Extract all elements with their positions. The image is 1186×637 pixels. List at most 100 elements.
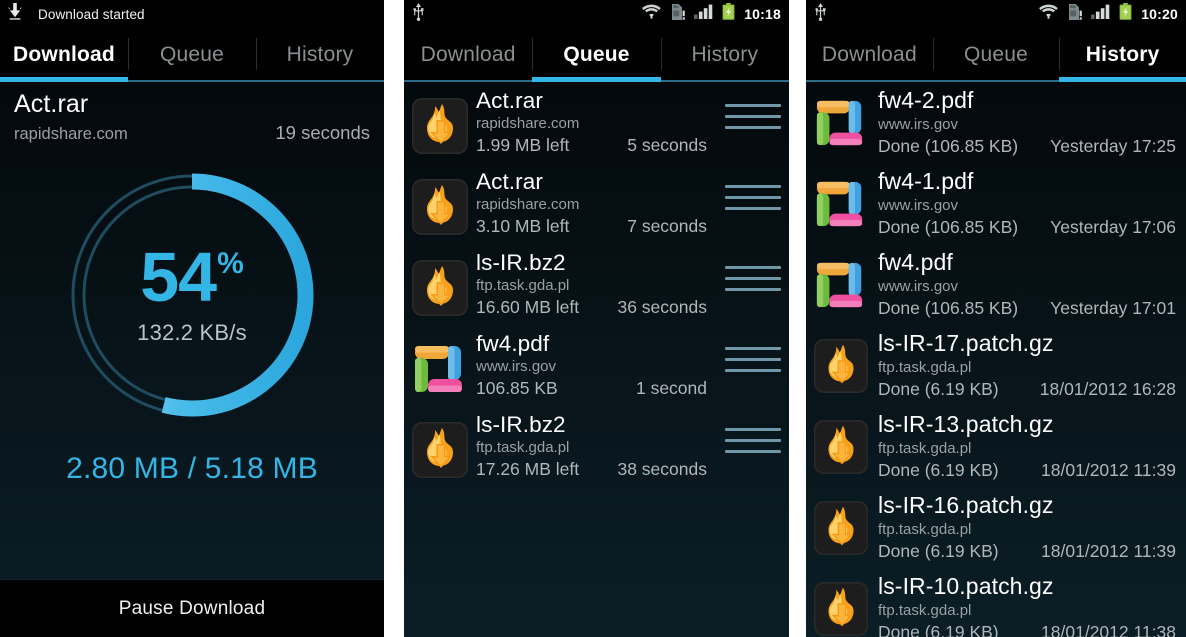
tabbar-queue: Download Queue History: [404, 28, 789, 82]
tab-queue-label: Queue: [963, 43, 1029, 66]
history-list: fw4-2.pdf www.irs.gov Done (106.85 KB) Y…: [806, 82, 1186, 637]
tab-history[interactable]: History: [1059, 28, 1186, 82]
history-file-host: www.irs.gov: [878, 115, 959, 133]
drag-handle-icon[interactable]: [725, 104, 781, 129]
history-file-name: ls-IR-10.patch.gz: [878, 573, 1054, 599]
tab-queue-label: Queue: [563, 43, 630, 66]
history-row[interactable]: ls-IR-10.patch.gz ftp.task.gda.pl Done (…: [806, 568, 1186, 637]
progress-ring: 54 % 132.2 KB/s: [0, 150, 384, 440]
queue-file-name: Act.rar: [476, 169, 543, 194]
history-file-host: www.irs.gov: [878, 196, 959, 214]
history-timestamp: 18/01/2012 16:28: [1039, 379, 1176, 399]
battery-charging-icon: [722, 3, 735, 25]
usb-icon: [412, 2, 425, 26]
tab-download[interactable]: Download: [404, 28, 533, 82]
drag-handle-icon[interactable]: [725, 185, 781, 210]
history-status: Done (106.85 KB): [878, 217, 1019, 237]
history-file-host: ftp.task.gda.pl: [878, 601, 972, 619]
wifi-icon: [1039, 4, 1058, 24]
queue-file-name: ls-IR.bz2: [476, 250, 566, 275]
history-row-content: fw4.pdf www.irs.gov Done (106.85 KB) Yes…: [878, 248, 1176, 319]
sdcard-alert-icon: [670, 3, 685, 25]
phone-panel-queue: 10:18 Download Queue History Act.rar rap…: [404, 0, 789, 637]
queue-file-name: Act.rar: [476, 88, 543, 113]
tab-queue[interactable]: Queue: [532, 28, 661, 82]
tab-history[interactable]: History: [660, 28, 789, 82]
history-timestamp: 18/01/2012 11:39: [1041, 460, 1176, 480]
history-file-host: ftp.task.gda.pl: [878, 439, 972, 457]
history-file-host: ftp.task.gda.pl: [878, 520, 972, 538]
screenshot-stage: Download started Download Queue History …: [0, 0, 1186, 637]
history-timestamp: Yesterday 17:01: [1050, 298, 1176, 318]
current-host: rapidshare.com: [14, 124, 128, 143]
archive-download-icon: [814, 339, 868, 393]
tabbar-history: Download Queue History: [806, 28, 1186, 82]
signal-bars-icon: [1091, 4, 1110, 24]
queue-file-host: ftp.task.gda.pl: [476, 439, 570, 457]
tab-queue[interactable]: Queue: [128, 28, 256, 82]
history-file-host: ftp.task.gda.pl: [878, 358, 972, 376]
queue-row[interactable]: fw4.pdf www.irs.gov 106.85 KB 1 second: [404, 325, 789, 406]
history-row-content: fw4-1.pdf www.irs.gov Done (106.85 KB) Y…: [878, 167, 1176, 238]
queue-remaining: 106.85 KB: [476, 378, 558, 399]
tab-queue[interactable]: Queue: [932, 28, 1060, 82]
drag-handle-icon[interactable]: [725, 428, 781, 453]
tab-download[interactable]: Download: [0, 28, 128, 82]
history-status: Done (106.85 KB): [878, 298, 1019, 318]
status-bar-history: 10:20: [806, 0, 1186, 28]
history-row-content: fw4-2.pdf www.irs.gov Done (106.85 KB) Y…: [878, 86, 1176, 157]
pdf-file-icon: [814, 96, 868, 150]
queue-file-host: rapidshare.com: [476, 115, 580, 133]
signal-bars-icon: [694, 4, 713, 24]
history-row[interactable]: fw4-2.pdf www.irs.gov Done (106.85 KB) Y…: [806, 82, 1186, 163]
history-row[interactable]: fw4.pdf www.irs.gov Done (106.85 KB) Yes…: [806, 244, 1186, 325]
queue-row[interactable]: Act.rar rapidshare.com 1.99 MB left 5 se…: [404, 82, 789, 163]
current-download-header: Act.rar rapidshare.com 19 seconds: [0, 82, 384, 150]
history-timestamp: 18/01/2012 11:39: [1041, 541, 1176, 561]
queue-file-name: fw4.pdf: [476, 331, 550, 356]
queue-row[interactable]: ls-IR.bz2 ftp.task.gda.pl 17.26 MB left …: [404, 406, 789, 487]
pdf-file-icon: [412, 341, 468, 397]
queue-remaining: 16.60 MB left: [476, 297, 580, 318]
archive-download-icon: [412, 98, 468, 154]
history-file-name: fw4-2.pdf: [878, 87, 974, 113]
queue-row[interactable]: Act.rar rapidshare.com 3.10 MB left 7 se…: [404, 163, 789, 244]
download-body: Act.rar rapidshare.com 19 seconds 54 % 1…: [0, 82, 384, 637]
archive-download-icon: [412, 179, 468, 235]
phone-panel-history: 10:20 Download Queue History fw4-2.pdf w…: [806, 0, 1186, 637]
pause-download-button[interactable]: Pause Download: [0, 579, 384, 637]
tab-queue-label: Queue: [159, 43, 225, 66]
tab-history[interactable]: History: [256, 28, 384, 82]
tab-history-label: History: [286, 43, 354, 66]
history-row[interactable]: ls-IR-13.patch.gz ftp.task.gda.pl Done (…: [806, 406, 1186, 487]
queue-row[interactable]: ls-IR.bz2 ftp.task.gda.pl 16.60 MB left …: [404, 244, 789, 325]
history-timestamp: Yesterday 17:25: [1050, 136, 1176, 156]
queue-remaining: 17.26 MB left: [476, 459, 580, 480]
current-eta: 19 seconds: [275, 121, 370, 143]
queue-file-host: rapidshare.com: [476, 196, 580, 214]
pdf-file-icon: [814, 177, 868, 231]
history-row[interactable]: ls-IR-16.patch.gz ftp.task.gda.pl Done (…: [806, 487, 1186, 568]
tab-download-label: Download: [13, 43, 115, 66]
history-file-name: ls-IR-17.patch.gz: [878, 330, 1054, 356]
history-body: fw4-2.pdf www.irs.gov Done (106.85 KB) Y…: [806, 82, 1186, 637]
archive-download-icon: [412, 422, 468, 478]
history-row[interactable]: ls-IR-17.patch.gz ftp.task.gda.pl Done (…: [806, 325, 1186, 406]
history-row[interactable]: fw4-1.pdf www.irs.gov Done (106.85 KB) Y…: [806, 163, 1186, 244]
history-timestamp: 18/01/2012 11:38: [1041, 622, 1176, 637]
history-status: Done (6.19 KB): [878, 622, 999, 637]
history-row-content: ls-IR-10.patch.gz ftp.task.gda.pl Done (…: [878, 572, 1176, 637]
notification-text: Download started: [38, 6, 145, 22]
pdf-file-icon: [814, 258, 868, 312]
tab-download-label: Download: [821, 43, 917, 66]
queue-eta: 1 second: [635, 378, 707, 399]
drag-handle-icon[interactable]: [725, 266, 781, 291]
history-status: Done (6.19 KB): [878, 541, 999, 561]
sdcard-alert-icon: [1067, 3, 1082, 25]
queue-file-host: www.irs.gov: [476, 358, 557, 376]
drag-handle-icon[interactable]: [725, 347, 781, 372]
queue-eta: 38 seconds: [617, 459, 707, 480]
usb-icon: [814, 2, 827, 26]
tab-download[interactable]: Download: [806, 28, 933, 82]
history-row-content: ls-IR-16.patch.gz ftp.task.gda.pl Done (…: [878, 491, 1176, 562]
